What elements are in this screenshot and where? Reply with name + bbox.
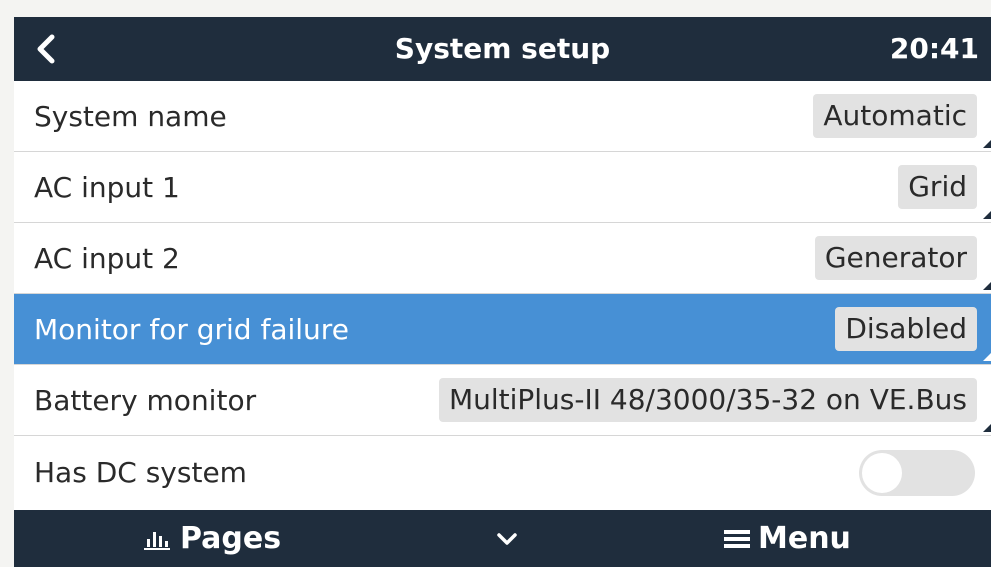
back-button[interactable] xyxy=(14,17,78,81)
submenu-indicator-icon xyxy=(983,211,991,219)
setting-label: System name xyxy=(34,99,227,133)
setting-label: Monitor for grid failure xyxy=(34,312,349,346)
setting-value[interactable]: Disabled xyxy=(835,307,977,351)
setting-value[interactable]: Automatic xyxy=(813,94,977,138)
submenu-indicator-icon xyxy=(983,282,991,290)
submenu-indicator-icon xyxy=(983,140,991,148)
setting-row-system-name[interactable]: System name Automatic xyxy=(14,81,991,152)
pages-label: Pages xyxy=(180,521,282,556)
bottom-bar: Pages Menu xyxy=(14,510,991,567)
pages-button[interactable]: Pages xyxy=(144,510,281,567)
has-dc-system-toggle[interactable] xyxy=(859,450,975,496)
chevron-down-icon xyxy=(497,532,517,545)
bar-chart-icon xyxy=(144,531,170,550)
setting-row-ac-input-2[interactable]: AC input 2 Generator xyxy=(14,223,991,294)
setting-label: Battery monitor xyxy=(34,383,257,417)
setting-row-ac-input-1[interactable]: AC input 1 Grid xyxy=(14,152,991,223)
toggle-knob xyxy=(862,453,902,493)
menu-label: Menu xyxy=(758,521,851,556)
chevron-left-icon xyxy=(37,34,55,64)
scroll-down-button[interactable] xyxy=(482,510,532,567)
setting-label: Has DC system xyxy=(34,456,247,489)
page-title: System setup xyxy=(394,32,611,65)
setting-value[interactable]: Grid xyxy=(898,165,977,209)
clock: 20:41 xyxy=(889,32,979,65)
setting-row-battery-monitor[interactable]: Battery monitor MultiPlus-II 48/3000/35-… xyxy=(14,365,991,436)
setting-value[interactable]: MultiPlus-II 48/3000/35-32 on VE.Bus xyxy=(438,378,977,422)
menu-button[interactable]: Menu xyxy=(724,510,851,567)
submenu-indicator-icon xyxy=(983,424,991,432)
setting-row-monitor-grid-failure[interactable]: Monitor for grid failure Disabled xyxy=(14,294,991,365)
submenu-indicator-icon xyxy=(983,353,991,361)
setting-label: AC input 1 xyxy=(34,170,180,204)
system-setup-screen: System setup 20:41 System name Automatic… xyxy=(14,17,991,567)
setting-row-has-dc-system[interactable]: Has DC system xyxy=(14,436,991,509)
hamburger-icon xyxy=(724,529,750,548)
setting-value[interactable]: Generator xyxy=(814,236,977,280)
setting-label: AC input 2 xyxy=(34,241,180,275)
settings-list: System name Automatic AC input 1 Grid AC… xyxy=(14,81,991,509)
top-bar: System setup 20:41 xyxy=(14,17,991,81)
